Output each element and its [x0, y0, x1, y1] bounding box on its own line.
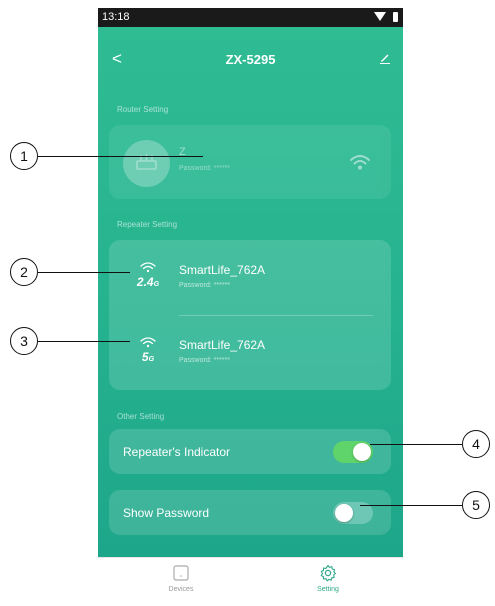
repeater-password-value: ******	[213, 282, 230, 289]
callout-line-2	[38, 272, 130, 273]
settings-screen: < ZX-5295 Router Setting Z Password: ***…	[98, 27, 403, 557]
repeater-password-value: ******	[213, 357, 230, 364]
other-setting-label: Other Setting	[117, 412, 165, 421]
tab-setting[interactable]: Setting	[288, 564, 368, 593]
tab-devices-label: Devices	[168, 586, 194, 593]
gear-icon	[320, 564, 337, 582]
wifi-status-icon	[374, 12, 386, 21]
repeater-ssid: SmartLife_762A	[179, 263, 266, 277]
battery-icon	[393, 12, 398, 22]
repeater-indicator-toggle[interactable]	[333, 441, 373, 463]
router-icon	[123, 140, 170, 187]
callout-5: 5	[462, 491, 490, 519]
repeater-card: 2.4G SmartLife_762A Password: ****** 5G	[109, 240, 391, 390]
toggle-knob	[335, 504, 353, 522]
repeater-password: Password: ******	[179, 357, 230, 364]
callout-line-4	[370, 444, 462, 445]
page-title: ZX-5295	[225, 52, 276, 67]
callout-line-5	[360, 505, 462, 506]
repeater-item-5g[interactable]: 5G SmartLife_762A Password: ******	[109, 315, 391, 389]
repeater-password: Password: ******	[179, 282, 230, 289]
callout-1: 1	[10, 142, 38, 170]
wifi-2g-icon: 2.4G	[131, 260, 165, 294]
toggle-knob	[353, 443, 371, 461]
router-password: Password: ******	[179, 165, 230, 172]
router-password-value: ******	[213, 165, 230, 172]
tab-devices[interactable]: Devices	[141, 564, 221, 593]
status-bar: 13:18	[98, 8, 403, 27]
callout-line-1	[38, 156, 203, 157]
callout-line-3	[38, 341, 130, 342]
repeater-indicator-row: Repeater's Indicator	[109, 429, 391, 474]
repeater-setting-label: Repeater Setting	[117, 220, 178, 229]
repeater-password-label: Password:	[179, 282, 212, 289]
tab-bar: Devices Setting	[98, 557, 403, 606]
callout-4: 4	[462, 430, 490, 458]
band-label-2g: 2.4G	[136, 275, 160, 289]
tab-setting-label: Setting	[317, 586, 339, 593]
repeater-indicator-label: Repeater's Indicator	[123, 445, 231, 459]
repeater-item-2g[interactable]: 2.4G SmartLife_762A Password: ******	[109, 240, 391, 314]
wifi-icon	[350, 155, 370, 170]
repeater-ssid: SmartLife_762A	[179, 338, 266, 352]
phone-screen: 13:18 < ZX-5295 Router Setting Z Passwor…	[98, 8, 403, 606]
callout-3: 3	[10, 327, 38, 355]
show-password-label: Show Password	[123, 506, 210, 520]
repeater-password-label: Password:	[179, 357, 212, 364]
device-icon	[173, 565, 189, 581]
pencil-icon[interactable]	[379, 52, 391, 64]
router-setting-label: Router Setting	[117, 105, 169, 114]
status-time: 13:18	[102, 11, 130, 23]
band-label-5g: 5G	[141, 350, 155, 364]
router-password-label: Password:	[179, 165, 212, 172]
show-password-row: Show Password	[109, 490, 391, 535]
wifi-5g-icon: 5G	[131, 335, 165, 369]
router-card[interactable]: Z Password: ******	[109, 125, 391, 199]
callout-2: 2	[10, 258, 38, 286]
